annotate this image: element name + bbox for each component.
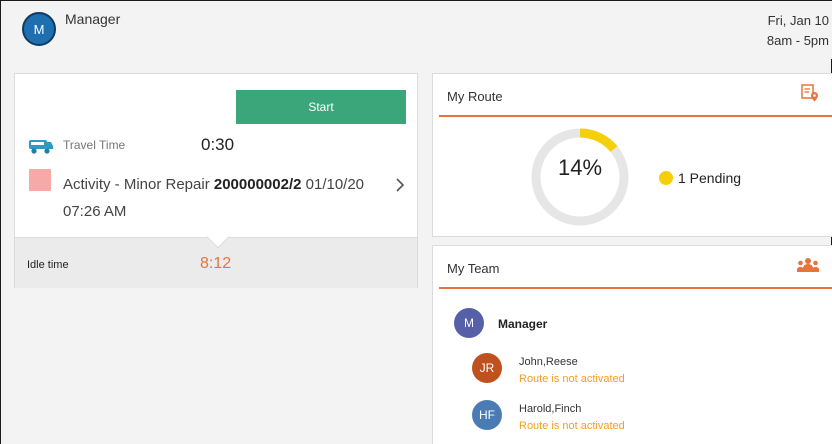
route-percent: 14%	[557, 155, 603, 180]
idle-time-label: Idle time	[27, 259, 69, 271]
team-icon[interactable]	[796, 257, 820, 278]
user-avatar[interactable]: M	[22, 12, 56, 46]
member-status: Route is not activated	[519, 420, 625, 432]
activity-card: Start Travel Time 0:30 Activity - Minor …	[14, 73, 418, 288]
idle-time-bar: Idle time 8:12	[15, 225, 417, 288]
shift-date: Fri, Jan 10	[767, 13, 829, 28]
activity-link[interactable]: Activity - Minor Repair 200000002/2 01/1…	[63, 171, 383, 225]
route-title-underline	[439, 115, 832, 117]
member-status: Route is not activated	[519, 373, 625, 385]
member-name[interactable]: Harold,Finch	[519, 403, 581, 415]
pending-dot	[659, 171, 673, 185]
manager-name[interactable]: Manager	[498, 317, 547, 331]
shift-info: Fri, Jan 10 8am - 5pm	[767, 11, 829, 51]
truck-icon	[28, 137, 54, 160]
activity-id: 200000002/2	[213, 176, 302, 193]
activity-name: Activity - Minor Repair	[63, 176, 210, 193]
travel-time-value: 0:30	[201, 135, 235, 154]
route-title: My Route	[447, 89, 503, 104]
chevron-right-icon[interactable]	[395, 177, 405, 198]
start-button[interactable]: Start	[236, 90, 406, 124]
manager-avatar[interactable]: M	[454, 308, 484, 338]
my-team-card[interactable]: My Team M Manager JR John,Reese Route is…	[432, 245, 832, 444]
team-title: My Team	[447, 261, 500, 276]
team-title-underline	[439, 287, 832, 289]
user-role: Manager	[65, 11, 121, 27]
idle-time-value: 8:12	[200, 255, 232, 272]
travel-time-label: Travel Time	[63, 138, 126, 152]
activity-status-marker	[29, 169, 51, 191]
idle-notch	[206, 225, 230, 249]
activity-date: 01/10/20	[305, 176, 365, 193]
member-name[interactable]: John,Reese	[519, 356, 578, 368]
activity-time: 07:26 AM	[63, 203, 127, 220]
my-route-card[interactable]: My Route 14% 1 Pending	[432, 73, 832, 237]
member-avatar[interactable]: JR	[472, 353, 502, 383]
app-header: M Manager Fri, Jan 10 8am - 5pm	[1, 0, 832, 59]
member-avatar[interactable]: HF	[472, 400, 502, 430]
pending-legend: 1 Pending	[659, 170, 741, 186]
pending-label: 1 Pending	[678, 170, 742, 186]
route-map-icon[interactable]	[800, 83, 820, 108]
shift-hours: 8am - 5pm	[766, 33, 829, 48]
